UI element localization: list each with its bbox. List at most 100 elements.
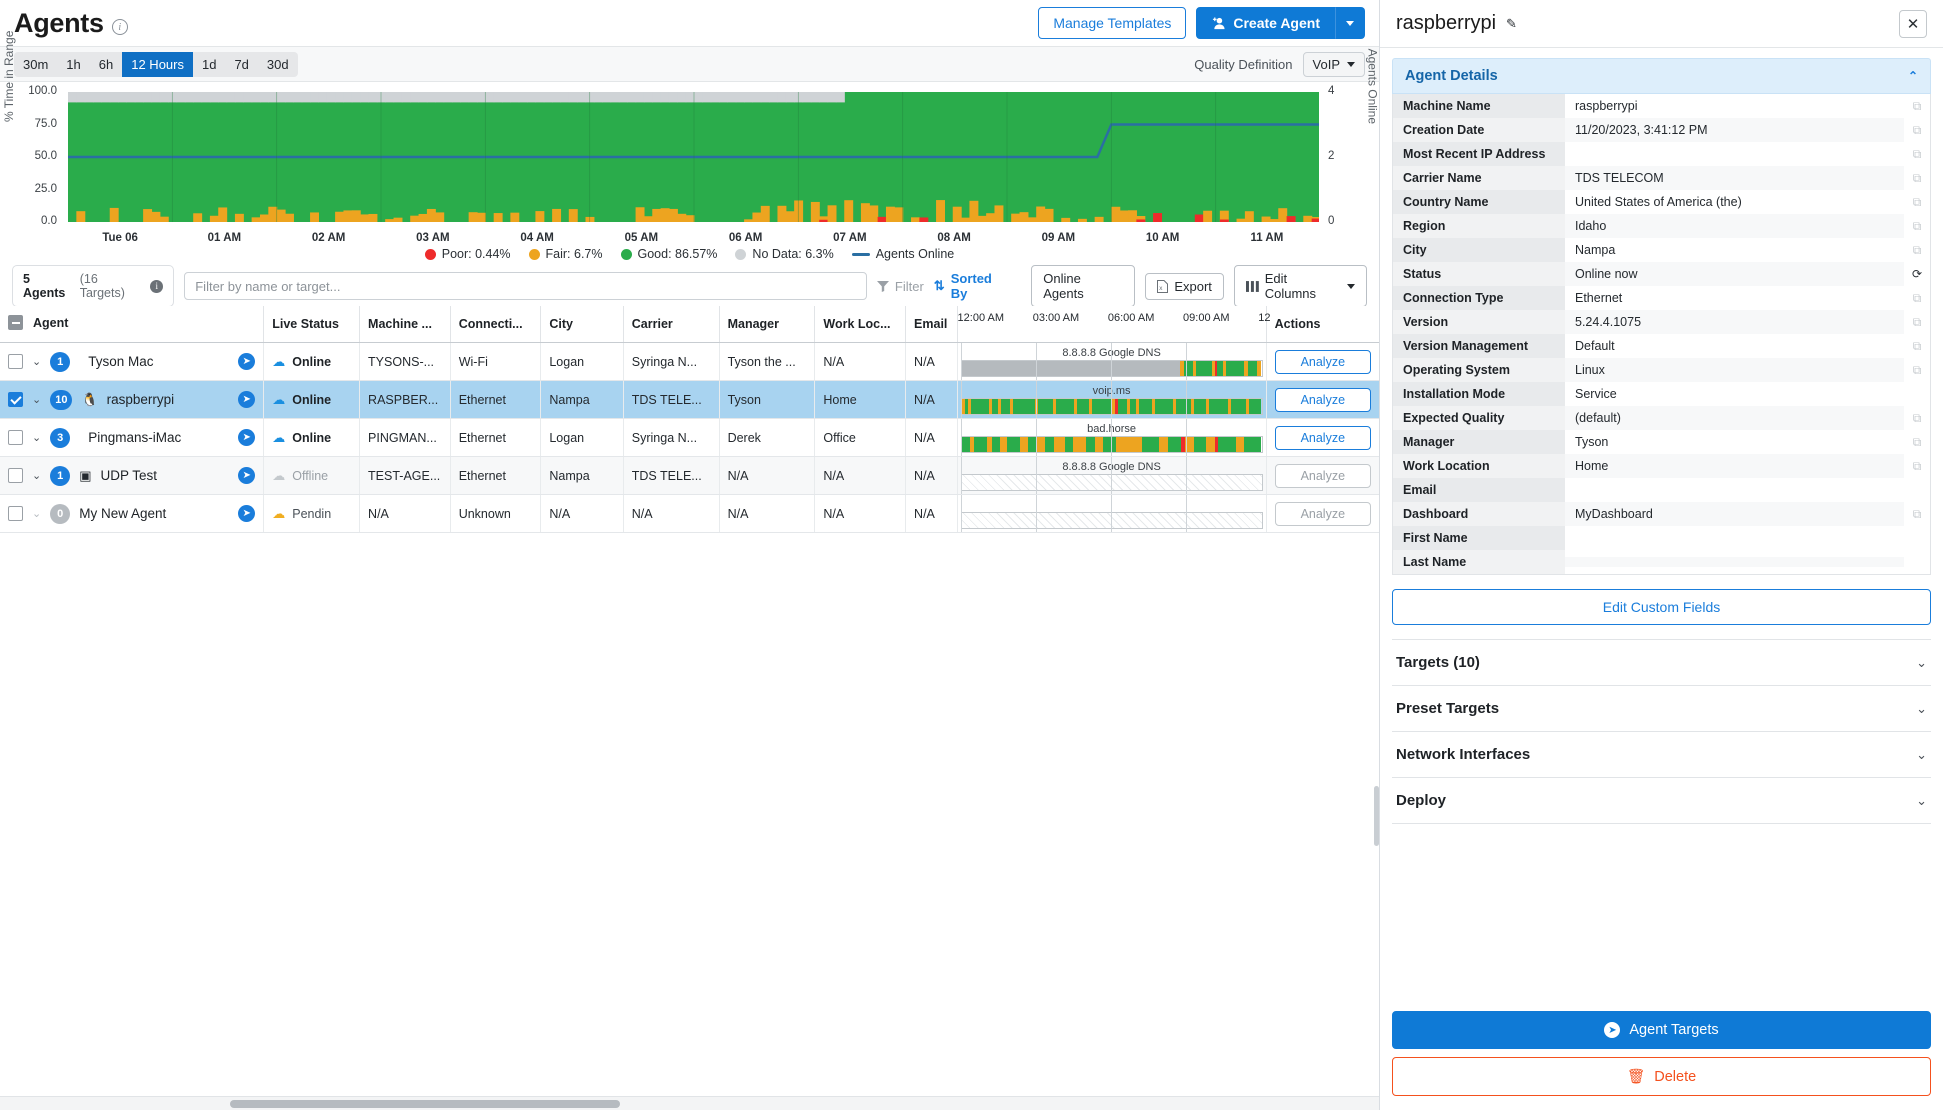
filter-input[interactable] [184,272,867,300]
manage-templates-button[interactable]: Manage Templates [1038,7,1187,39]
time-range-1d[interactable]: 1d [193,52,225,77]
timeline-bar[interactable] [960,359,1263,377]
time-range-30d[interactable]: 30d [258,52,298,77]
cell-timeline[interactable]: bad.horse [957,418,1267,457]
table-row[interactable]: ⌄ 3 Pingmans-iMac ➤ ☁ Online PINGMAN... Etherne… [0,418,1379,457]
timeline-segment [1037,398,1053,414]
close-icon[interactable]: ✕ [1899,9,1927,38]
cell-agent[interactable]: ⌄ 3 Pingmans-iMac ➤ [0,418,265,457]
cell-timeline[interactable] [957,494,1267,533]
export-button[interactable]: x Export [1145,272,1224,300]
table-row[interactable]: ⌄ 10 🐧 raspberrypi ➤ ☁ Online RASPBER... Etherne… [0,380,1379,419]
open-agent-arrow-icon[interactable]: ➤ [238,467,256,484]
analyze-button[interactable]: Analyze [1274,387,1371,412]
column-header-live-status[interactable]: Live Status [263,306,361,343]
chevron-down-icon[interactable]: ⌄ [32,507,41,520]
copy-icon[interactable]: ⧉ [1904,363,1930,378]
online-agents-button[interactable]: Online Agents [1031,265,1136,307]
column-header-connecti[interactable]: Connecti... [450,306,542,343]
open-agent-arrow-icon[interactable]: ➤ [238,391,256,408]
copy-icon[interactable]: ⧉ [1904,507,1930,522]
cell-timeline[interactable]: 8.8.8.8 Google DNS [957,456,1267,495]
open-agent-arrow-icon[interactable]: ➤ [238,429,256,446]
create-agent-dropdown[interactable] [1335,7,1365,39]
accordion-deploy[interactable]: Deploy ⌄ [1392,778,1931,824]
timeline-bar[interactable] [960,397,1263,415]
filter-button[interactable]: Filter [876,279,924,294]
open-agent-arrow-icon[interactable]: ➤ [238,505,256,522]
analyze-button[interactable]: Analyze [1274,425,1371,450]
row-checkbox[interactable] [8,506,23,521]
copy-icon[interactable]: ⧉ [1904,123,1930,138]
copy-icon[interactable]: ⧉ [1904,339,1930,354]
cell-timeline[interactable]: 8.8.8.8 Google DNS [957,342,1267,381]
detail-row: Status Online now ⟳ [1393,262,1930,286]
table-toolbar: 5 Agents (16 Targets) i Filter ⇅ Sorted … [0,265,1379,307]
delete-button[interactable]: 🗑 Delete [1392,1057,1931,1096]
column-header-email[interactable]: Email [905,306,958,343]
chevron-down-icon[interactable]: ⌄ [32,469,41,482]
column-header-agent[interactable]: Agent [0,306,265,343]
column-header-machine[interactable]: Machine ... [359,306,451,343]
agent-targets-button[interactable]: ➤ Agent Targets [1392,1011,1931,1049]
edit-columns-button[interactable]: Edit Columns [1233,265,1367,307]
horizontal-scrollbar[interactable] [0,1096,1379,1110]
time-range-12-hours[interactable]: 12 Hours [122,51,193,77]
column-header-manager[interactable]: Manager [719,306,816,343]
accordion-targets[interactable]: Targets (10) ⌄ [1392,639,1931,686]
timeline-bar[interactable] [960,435,1263,453]
copy-icon[interactable]: ⧉ [1904,315,1930,330]
select-all-checkbox[interactable] [8,315,23,330]
info-icon[interactable]: i [111,19,128,35]
chevron-down-icon[interactable]: ⌄ [32,431,41,444]
copy-icon[interactable]: ⧉ [1904,243,1930,258]
row-checkbox[interactable] [8,392,23,407]
copy-icon[interactable]: ⧉ [1904,219,1930,234]
copy-icon[interactable]: ⧉ [1904,291,1930,306]
copy-icon[interactable]: ⧉ [1904,459,1930,474]
time-range-6h[interactable]: 6h [90,52,122,77]
row-checkbox[interactable] [8,354,23,369]
row-checkbox[interactable] [8,468,23,483]
create-agent-button[interactable]: Create Agent [1196,7,1335,39]
time-range-30m[interactable]: 30m [14,52,57,77]
analyze-button[interactable]: Analyze [1274,349,1371,374]
column-header-work-loc[interactable]: Work Loc... [814,306,907,343]
cell-agent[interactable]: ⌄ 0 My New Agent ➤ [0,494,265,533]
scrollbar-thumb[interactable] [230,1100,620,1108]
row-checkbox[interactable] [8,430,23,445]
copy-icon[interactable]: ⧉ [1904,171,1930,186]
copy-icon[interactable]: ⧉ [1904,195,1930,210]
quality-definition-select[interactable]: VoIP [1302,51,1365,77]
cell-agent[interactable]: ⌄ 10 🐧 raspberrypi ➤ [0,380,265,419]
sorted-by-button[interactable]: ⇅ Sorted By [934,271,1011,301]
copy-icon[interactable]: ⧉ [1904,99,1930,114]
copy-icon[interactable]: ⧉ [1904,435,1930,450]
chevron-down-icon[interactable]: ⌄ [32,355,41,368]
copy-icon[interactable]: ⧉ [1904,147,1930,162]
timeline-bar[interactable] [960,473,1263,491]
copy-icon[interactable]: ⧉ [1904,411,1930,426]
table-row[interactable]: ⌄ 1 Tyson Mac ➤ ☁ Online TYSONS-... Wi-Fi Logan S… [0,342,1379,381]
info-icon[interactable]: i [150,279,164,293]
timeline-bar[interactable] [960,511,1263,529]
chevron-down-icon[interactable]: ⌄ [32,393,41,406]
pane-resize-handle[interactable] [1374,786,1379,846]
accordion-preset-targets[interactable]: Preset Targets ⌄ [1392,686,1931,732]
pencil-icon[interactable]: ✎ [1506,16,1517,32]
cell-agent[interactable]: ⌄ 1 Tyson Mac ➤ [0,342,265,381]
accordion-network-interfaces[interactable]: Network Interfaces ⌄ [1392,732,1931,778]
column-header-carrier[interactable]: Carrier [623,306,720,343]
cell-timeline[interactable]: voip.ms [957,380,1267,419]
time-range-7d[interactable]: 7d [225,52,257,77]
edit-custom-fields-button[interactable]: Edit Custom Fields [1392,589,1931,625]
refresh-icon[interactable]: ⟳ [1904,267,1930,281]
table-row[interactable]: ⌄ 1 ▣ UDP Test ➤ ☁ Offline TEST-AGE... Ethernet N… [0,456,1379,495]
open-agent-arrow-icon[interactable]: ➤ [238,353,256,370]
table-row[interactable]: ⌄ 0 My New Agent ➤ ☁ Pendin N/A Unknown N/A N/A N/… [0,494,1379,533]
cell-agent[interactable]: ⌄ 1 ▣ UDP Test ➤ [0,456,265,495]
chart-xtick: 07 AM [833,232,867,244]
column-header-city[interactable]: City [540,306,624,343]
agent-details-section-header[interactable]: Agent Details ⌃ [1392,58,1931,94]
time-range-1h[interactable]: 1h [57,52,89,77]
